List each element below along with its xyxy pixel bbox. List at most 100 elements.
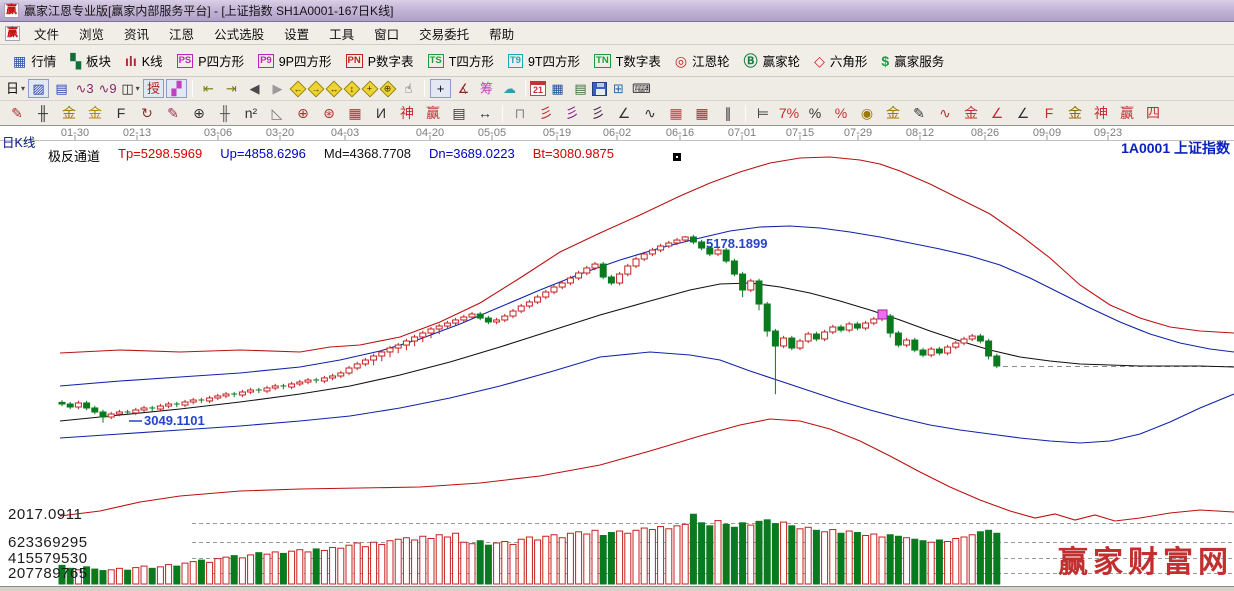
menu-item-6[interactable]: 工具 bbox=[319, 21, 364, 46]
diamond-left-button[interactable]: ← bbox=[289, 80, 307, 97]
notes-icon[interactable]: ▤ bbox=[570, 79, 591, 98]
f-angle-icon[interactable]: F bbox=[1037, 104, 1061, 123]
circle-ruler-icon[interactable]: ⊕ bbox=[187, 104, 211, 123]
menu-item-0[interactable]: 文件 bbox=[24, 21, 69, 46]
title-bar[interactable]: 赢 赢家江恩专业版[赢家内部服务平台] - [上证指数 SH1A0001-167… bbox=[0, 0, 1234, 22]
web-grid-icon[interactable]: ▦ bbox=[343, 104, 367, 123]
brush-icon[interactable]: ✎ bbox=[161, 104, 185, 123]
chip-distribution-icon[interactable]: 筹 bbox=[476, 79, 497, 98]
ink-brush-icon[interactable]: ✎ bbox=[907, 104, 931, 123]
matrix-calculator-icon[interactable]: ▦ bbox=[547, 79, 568, 98]
shen-angle-icon[interactable]: 神 bbox=[1089, 104, 1113, 123]
parallel-lines-icon[interactable]: ∥ bbox=[716, 104, 740, 123]
diamond-hspan-button[interactable]: ↔ bbox=[325, 80, 343, 97]
gold-ruler2-icon[interactable]: 金 bbox=[83, 104, 107, 123]
gold-line-icon[interactable]: 金 bbox=[881, 104, 905, 123]
star-web-icon[interactable]: ⊛ bbox=[317, 104, 341, 123]
last-bar-button[interactable]: ⇥ bbox=[221, 79, 242, 98]
ying-tool-icon[interactable]: 赢 bbox=[421, 104, 445, 123]
save-icon[interactable] bbox=[592, 81, 607, 96]
date-tick-label: 07-15 bbox=[785, 127, 815, 139]
gold-angle-icon[interactable]: 金 bbox=[1063, 104, 1087, 123]
draw-pencil-icon[interactable]: ✎ bbox=[5, 104, 29, 123]
percent-line-icon[interactable]: % bbox=[829, 104, 853, 123]
angle-plain-icon[interactable]: ∠ bbox=[1011, 104, 1035, 123]
spiral-icon[interactable]: ↻ bbox=[135, 104, 159, 123]
pattern-mode-icon[interactable]: ▨ bbox=[28, 79, 49, 98]
red-grid-icon[interactable]: ▦ bbox=[664, 104, 688, 123]
price-scale-icon[interactable]: ⊨ bbox=[751, 104, 775, 123]
feature-winner-wheel-button[interactable]: Ⓑ 赢家轮 bbox=[737, 48, 808, 73]
gann-fan-dark-icon[interactable]: 彡 bbox=[586, 104, 610, 123]
feature-winner-service-button[interactable]: $ 赢家服务 bbox=[874, 48, 951, 73]
next-bar-button[interactable]: ▶ bbox=[267, 79, 288, 98]
feature-quotes-button[interactable]: ▦ 行情 bbox=[6, 48, 63, 73]
diamond-right-button[interactable]: → bbox=[307, 80, 325, 97]
fibonacci-ruler-icon[interactable]: F bbox=[109, 104, 133, 123]
feature-t-square-button[interactable]: TS T四方形 bbox=[421, 48, 501, 73]
feature-9t-square-button[interactable]: T9 9T四方形 bbox=[501, 48, 587, 73]
feature-sectors-button[interactable]: ▚ 板块 bbox=[63, 48, 118, 73]
box-frame-icon[interactable]: ⊓ bbox=[508, 104, 532, 123]
report-list-icon[interactable]: ▤ bbox=[51, 79, 72, 98]
wave-gold-icon[interactable]: ∿ bbox=[933, 104, 957, 123]
diamond-expand-button[interactable]: ⊕ bbox=[379, 80, 397, 97]
gann-fan-icon[interactable]: 彡 bbox=[534, 104, 558, 123]
compass-icon[interactable]: ⊕ bbox=[291, 104, 315, 123]
menu-item-3[interactable]: 江恩 bbox=[159, 21, 204, 46]
fan-angle-icon[interactable]: ◺ bbox=[265, 104, 289, 123]
menu-item-5[interactable]: 设置 bbox=[274, 21, 319, 46]
ying-angle-icon[interactable]: 赢 bbox=[1115, 104, 1139, 123]
candle-style-button[interactable]: ◫ bbox=[120, 79, 141, 98]
color-histogram-icon[interactable]: ▞ bbox=[166, 79, 187, 98]
kline-chart-canvas[interactable] bbox=[0, 126, 1234, 591]
first-bar-button[interactable]: ⇤ bbox=[198, 79, 219, 98]
export-icon[interactable]: ⊞ bbox=[608, 79, 629, 98]
diamond-center-button[interactable]: + bbox=[361, 80, 379, 97]
feature-hexagon-button[interactable]: ◇ 六角形 bbox=[807, 48, 874, 73]
n-mark-icon[interactable]: И bbox=[369, 104, 393, 123]
si-angle-icon[interactable]: 四 bbox=[1141, 104, 1165, 123]
plain-ruler-icon[interactable]: ╫ bbox=[213, 104, 237, 123]
calendar-icon[interactable]: 21 bbox=[530, 81, 546, 96]
menu-item-9[interactable]: 帮助 bbox=[479, 21, 524, 46]
gold-ruler-icon[interactable]: 金 bbox=[57, 104, 81, 123]
prev-bar-button[interactable]: ◀ bbox=[244, 79, 265, 98]
feature-kline-button[interactable]: ılı K线 bbox=[118, 48, 170, 73]
zigzag-icon[interactable]: ∿ bbox=[638, 104, 662, 123]
menu-item-8[interactable]: 交易委托 bbox=[409, 21, 479, 46]
gold-red-icon[interactable]: 金 bbox=[959, 104, 983, 123]
gann-ruler-icon[interactable]: ╫ bbox=[31, 104, 55, 123]
angle-measure-icon[interactable]: ∡ bbox=[453, 79, 474, 98]
menu-item-2[interactable]: 资讯 bbox=[114, 21, 159, 46]
ruler-123-icon[interactable]: ▤ bbox=[447, 104, 471, 123]
feature-gann-wheel-button[interactable]: ◎ 江恩轮 bbox=[668, 48, 737, 73]
menu-item-1[interactable]: 浏览 bbox=[69, 21, 114, 46]
chart-area[interactable]: 01-30 02-13 03-06 03-20 04-03 04-20 05-05 05-19… bbox=[0, 126, 1234, 591]
cloud-analysis-icon[interactable]: ☁ bbox=[499, 79, 520, 98]
menu-item-4[interactable]: 公式选股 bbox=[204, 21, 274, 46]
measure-arrow-icon[interactable]: ↔ bbox=[473, 104, 497, 123]
angle-alert-icon[interactable]: ∠ bbox=[985, 104, 1009, 123]
crosshair-button[interactable]: + bbox=[430, 79, 451, 98]
hand-drag-button[interactable]: ☝ bbox=[398, 79, 419, 98]
red-grid2-icon[interactable]: ▦ bbox=[690, 104, 714, 123]
shou-analysis-icon[interactable]: 授 bbox=[143, 79, 164, 98]
gold-circle-icon[interactable]: ◉ bbox=[855, 104, 879, 123]
shen-tool-icon[interactable]: 神 bbox=[395, 104, 419, 123]
feature-t-table-button[interactable]: TN T数字表 bbox=[587, 48, 668, 73]
percent7-icon[interactable]: 7% bbox=[777, 104, 801, 123]
workstation-icon[interactable]: ⌨ bbox=[631, 79, 652, 98]
gann-fan-box-icon[interactable]: 彡 bbox=[560, 104, 584, 123]
feature-p-square-button[interactable]: PS P四方形 bbox=[170, 48, 252, 73]
wave-3-icon[interactable]: ∿3 bbox=[74, 79, 95, 98]
percent-icon[interactable]: % bbox=[803, 104, 827, 123]
angle-lines-icon[interactable]: ∠ bbox=[612, 104, 636, 123]
period-day-button[interactable]: 日 bbox=[5, 79, 26, 98]
feature-p-table-button[interactable]: PN P数字表 bbox=[339, 48, 421, 73]
n-square-icon[interactable]: n² bbox=[239, 104, 263, 123]
feature-9p-square-button[interactable]: P9 9P四方形 bbox=[251, 48, 338, 73]
diamond-vspan-button[interactable]: ↕ bbox=[343, 80, 361, 97]
menu-item-7[interactable]: 窗口 bbox=[364, 21, 409, 46]
wave-9-icon[interactable]: ∿9 bbox=[97, 79, 118, 98]
